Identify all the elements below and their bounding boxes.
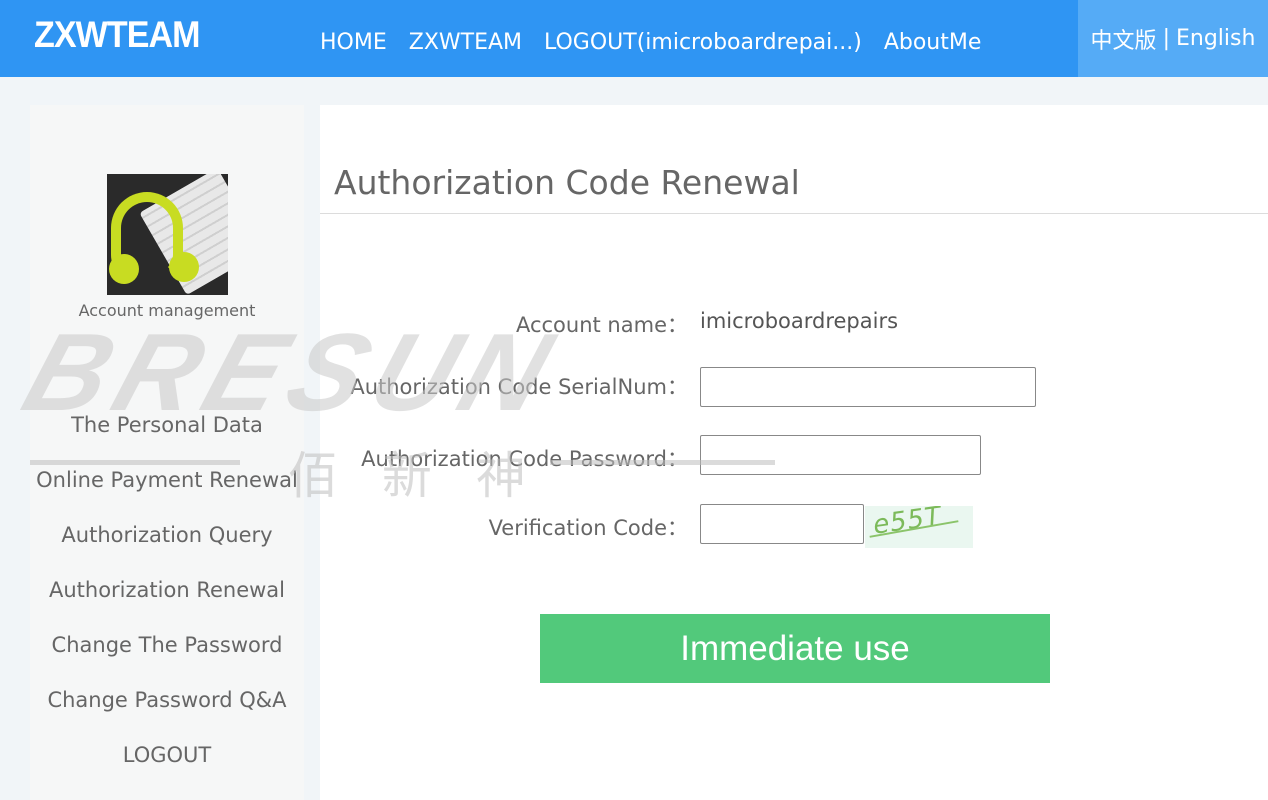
account-sidebar: Account management The Personal Data Onl… — [30, 105, 304, 800]
verify-label: Verification Code： — [488, 516, 688, 540]
sidebar-item-change-password[interactable]: Change The Password — [30, 625, 304, 680]
account-management-label: Account management — [78, 301, 256, 320]
headphone-cup-left — [109, 254, 139, 284]
captcha-image[interactable]: e55T — [865, 506, 973, 548]
site-logo[interactable]: ZXWTEAM — [34, 14, 201, 56]
sidebar-item-online-payment[interactable]: Online Payment Renewal — [30, 460, 304, 515]
nav-logout[interactable]: LOGOUT(imicroboardrepai...) — [544, 30, 862, 55]
serial-row: Authorization Code SerialNum： — [320, 367, 1268, 407]
nav-zxwteam[interactable]: ZXWTEAM — [409, 30, 522, 55]
lang-english[interactable]: English — [1176, 26, 1255, 51]
nav-home[interactable]: HOME — [320, 30, 387, 55]
lang-chinese[interactable]: 中文版 — [1091, 23, 1157, 55]
top-navbar: ZXWTEAM HOME ZXWTEAM LOGOUT(imicroboardr… — [0, 0, 1268, 77]
password-input[interactable] — [700, 435, 981, 475]
verify-input[interactable] — [700, 504, 864, 544]
main-panel: Authorization Code Renewal Account name：… — [320, 105, 1268, 800]
avatar — [107, 174, 228, 295]
sidebar-item-auth-query[interactable]: Authorization Query — [30, 515, 304, 570]
account-name-row: Account name： imicroboardrepairs — [320, 303, 1268, 343]
sidebar-item-personal-data[interactable]: The Personal Data — [30, 405, 304, 460]
password-label: Authorization Code Password： — [361, 447, 688, 471]
sidebar-menu: The Personal Data Online Payment Renewal… — [30, 405, 304, 790]
nav-aboutme[interactable]: AboutMe — [884, 30, 982, 55]
lang-separator: | — [1162, 26, 1170, 51]
account-name-value: imicroboardrepairs — [700, 309, 899, 333]
headphone-cup-right — [169, 252, 199, 282]
immediate-use-button[interactable]: Immediate use — [540, 614, 1050, 683]
sidebar-item-logout[interactable]: LOGOUT — [30, 735, 304, 790]
main-nav: HOME ZXWTEAM LOGOUT(imicroboardrepai...)… — [320, 30, 981, 55]
account-name-label: Account name： — [515, 313, 688, 337]
sidebar-item-auth-renewal[interactable]: Authorization Renewal — [30, 570, 304, 625]
language-switcher: 中文版 | English — [1078, 0, 1268, 77]
title-divider — [320, 213, 1268, 214]
serial-label: Authorization Code SerialNum： — [350, 375, 688, 399]
verify-row: Verification Code： e55T — [320, 504, 1268, 548]
serial-input[interactable] — [700, 367, 1036, 407]
page-title: Authorization Code Renewal — [334, 163, 800, 202]
sidebar-item-change-qa[interactable]: Change Password Q&A — [30, 680, 304, 735]
password-row: Authorization Code Password： — [320, 435, 1268, 475]
